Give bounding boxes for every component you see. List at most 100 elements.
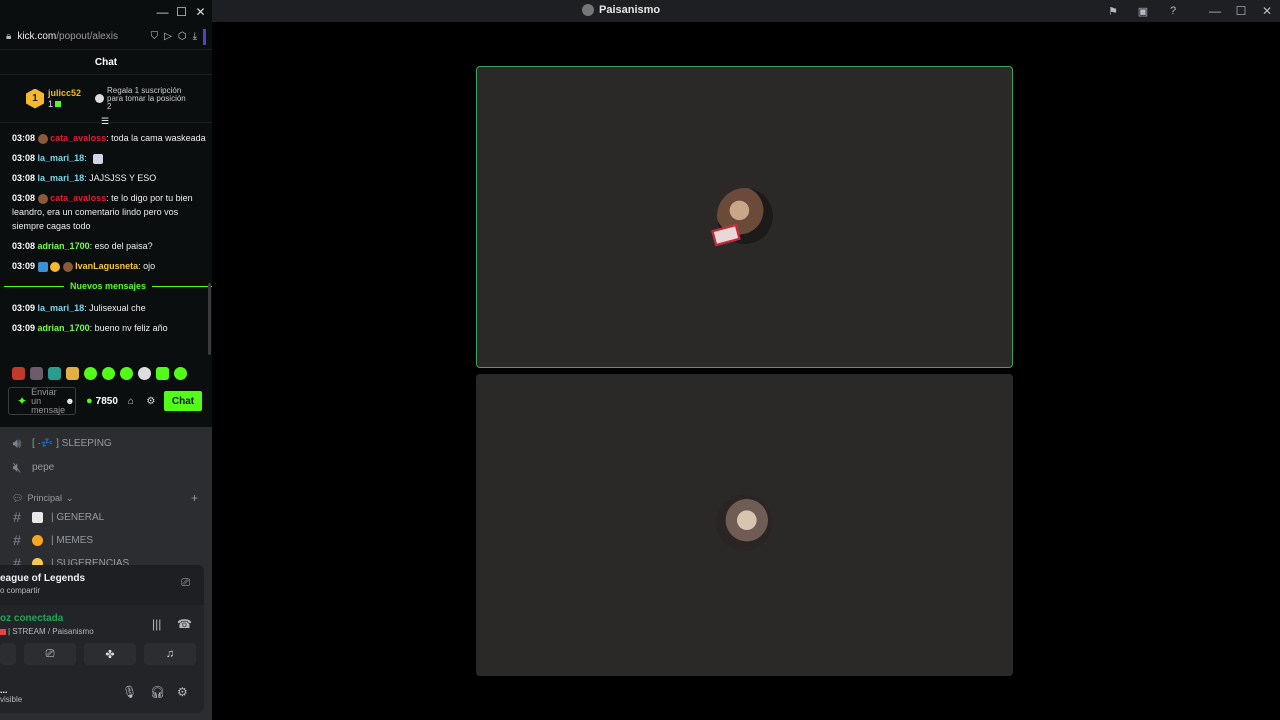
minimize-button[interactable]: —	[1202, 0, 1228, 22]
chat-message: 03:08 cata_avaloss: te lo digo por tu bi…	[12, 191, 206, 233]
maximize-button[interactable]: ☐	[1228, 0, 1254, 22]
avatar	[716, 495, 772, 551]
minimize-button[interactable]: —	[153, 5, 172, 19]
microphone-icon[interactable]: 🎙︎	[122, 685, 137, 699]
chevron-down-icon: ⌄	[65, 492, 74, 503]
voice-connected-label: oz conectada	[0, 613, 64, 624]
emote-icon[interactable]	[12, 367, 25, 380]
emote-icon[interactable]	[174, 367, 187, 380]
message-time: 03:08	[12, 153, 36, 163]
leader-count: 1	[48, 99, 81, 109]
play-icon[interactable]: ▷	[164, 31, 172, 42]
voice-channel-pepe[interactable]: 🔇︎ pepe	[10, 459, 55, 476]
message-username[interactable]: cata_avaloss	[50, 193, 106, 203]
message-username[interactable]: cata_avaloss	[50, 133, 106, 143]
voice-channel-info[interactable]: | STREAM / Paisanismo	[0, 627, 204, 636]
share-screen-icon[interactable]: ⎚	[181, 577, 190, 590]
url-text[interactable]: kick.com/popout/alexis	[17, 31, 144, 42]
soundboard-button[interactable]: ♫	[144, 643, 196, 665]
message-time: 03:09	[12, 261, 36, 271]
participant-tile-speaking[interactable]	[476, 66, 1013, 368]
flag-icon[interactable]: ⚑	[1098, 0, 1128, 22]
scroll-down-icon[interactable]: ☰	[101, 116, 109, 127]
hash-icon: #	[13, 532, 21, 548]
emote-icon[interactable]	[156, 367, 169, 380]
new-messages-label: Nuevos mensajes	[69, 281, 147, 291]
message-username[interactable]: la_mari_18	[38, 303, 85, 313]
emote-icon[interactable]	[66, 367, 79, 380]
send-chat-button[interactable]: Chat	[163, 391, 203, 411]
chat-message: 03:08 la_mari_18:	[12, 151, 206, 165]
leader-username[interactable]: julicc52	[48, 88, 81, 99]
message-time: 03:09	[12, 323, 36, 333]
activity-subtitle: o compartir	[0, 586, 41, 595]
text-channel-general[interactable]: # | GENERAL	[10, 509, 104, 525]
inbox-icon[interactable]: ▣	[1128, 0, 1158, 22]
shield-icon[interactable]: ⛉	[151, 31, 159, 42]
quick-emotes	[12, 367, 187, 380]
store-icon[interactable]: ⌂	[124, 396, 138, 407]
user-badge-icon	[62, 261, 73, 272]
message-username[interactable]: la_mari_18	[38, 153, 85, 163]
message-username[interactable]: la_mari_18	[38, 173, 85, 183]
headphones-icon[interactable]: 🎧︎	[150, 685, 165, 699]
disconnect-icon[interactable]: ☎	[177, 617, 192, 631]
emote-icon[interactable]	[138, 367, 151, 380]
emote-icon[interactable]	[84, 367, 97, 380]
message-username[interactable]: adrian_1700	[38, 323, 90, 333]
channel-emoji-icon	[32, 534, 43, 546]
voice-channel-sleeping[interactable]: 🔊︎ [ ·💤 ] SLEEPING	[10, 435, 112, 452]
add-channel-icon[interactable]: +	[191, 491, 198, 505]
rank-medal-icon: 1	[26, 88, 44, 109]
message-text: :	[84, 153, 87, 163]
address-bar[interactable]: 🔒︎ kick.com/popout/alexis ⛉ ▷ ⬡ ⤓	[0, 24, 212, 50]
noise-suppression-icon[interactable]: |||	[152, 617, 161, 631]
voice-panel: eague of Legends o compartir ⎚ oz conect…	[0, 565, 204, 713]
text-channel-memes[interactable]: # | MEMES	[10, 532, 93, 548]
input-placeholder: Enviar un mensaje	[31, 386, 66, 415]
participant-tile[interactable]	[476, 374, 1013, 676]
chat-scrollbar[interactable]	[208, 283, 211, 355]
help-icon[interactable]: ?	[1158, 0, 1188, 22]
chat-message: 03:09 la_mari_18: Julisexual che	[12, 301, 206, 315]
voice-buttons: ⎚ ✤ ♫	[0, 643, 204, 665]
gift-badge-icon	[95, 94, 105, 103]
emote-icon[interactable]	[120, 367, 133, 380]
user-badge-icon	[37, 133, 48, 144]
extension-icon[interactable]: ⬡	[178, 31, 187, 42]
emote-icon[interactable]	[30, 367, 43, 380]
category-principal[interactable]: 💬︎ Principal ⌄ +	[12, 491, 198, 505]
user-name[interactable]: ...	[0, 685, 8, 695]
chat-messages: 03:08 cata_avaloss: toda la cama waskead…	[0, 123, 212, 335]
gear-icon[interactable]: ⚙	[177, 685, 188, 699]
channel-label: | MEMES	[51, 534, 94, 546]
sparkle-icon[interactable]: ✦	[17, 394, 27, 408]
close-button[interactable]: ✕	[1254, 0, 1280, 22]
chat-title: Chat	[0, 50, 212, 75]
message-username[interactable]: adrian_1700	[38, 241, 90, 251]
accent-divider	[203, 28, 206, 45]
gifter-badge-icon	[50, 261, 61, 272]
camera-button[interactable]	[0, 643, 16, 665]
gift-prompt[interactable]: Regala 1 suscripción para tomar la posic…	[95, 86, 191, 111]
window-title-text: Paisanismo	[599, 4, 661, 16]
chat-message: 03:09 adrian_1700: bueno nv feliz año	[12, 321, 206, 335]
emote-icon	[93, 153, 104, 164]
screen-share-button[interactable]: ⎚	[24, 643, 76, 665]
close-button[interactable]: ✕	[191, 5, 210, 19]
points-value: 7850	[95, 395, 118, 407]
maximize-button[interactable]: ☐	[172, 5, 191, 19]
chat-input[interactable]: ✦ Enviar un mensaje ☻	[8, 387, 76, 415]
gear-icon[interactable]: ⚙	[144, 396, 158, 407]
emote-icon[interactable]	[48, 367, 61, 380]
emoji-icon[interactable]: ☻	[65, 396, 74, 406]
divider-line	[4, 285, 64, 287]
speaker-icon: 🔊︎	[12, 435, 22, 451]
emote-icon[interactable]	[102, 367, 115, 380]
message-username[interactable]: IvanLagusneta	[75, 261, 138, 271]
channel-points[interactable]: ● 7850	[86, 395, 118, 407]
screen: — ☐ ✕ 🔒︎ kick.com/popout/alexis ⛉ ▷ ⬡ ⤓ …	[0, 0, 1280, 720]
download-icon[interactable]: ⤓	[193, 31, 197, 42]
activities-button[interactable]: ✤	[84, 643, 136, 665]
activity-name: eague of Legends	[0, 573, 86, 584]
